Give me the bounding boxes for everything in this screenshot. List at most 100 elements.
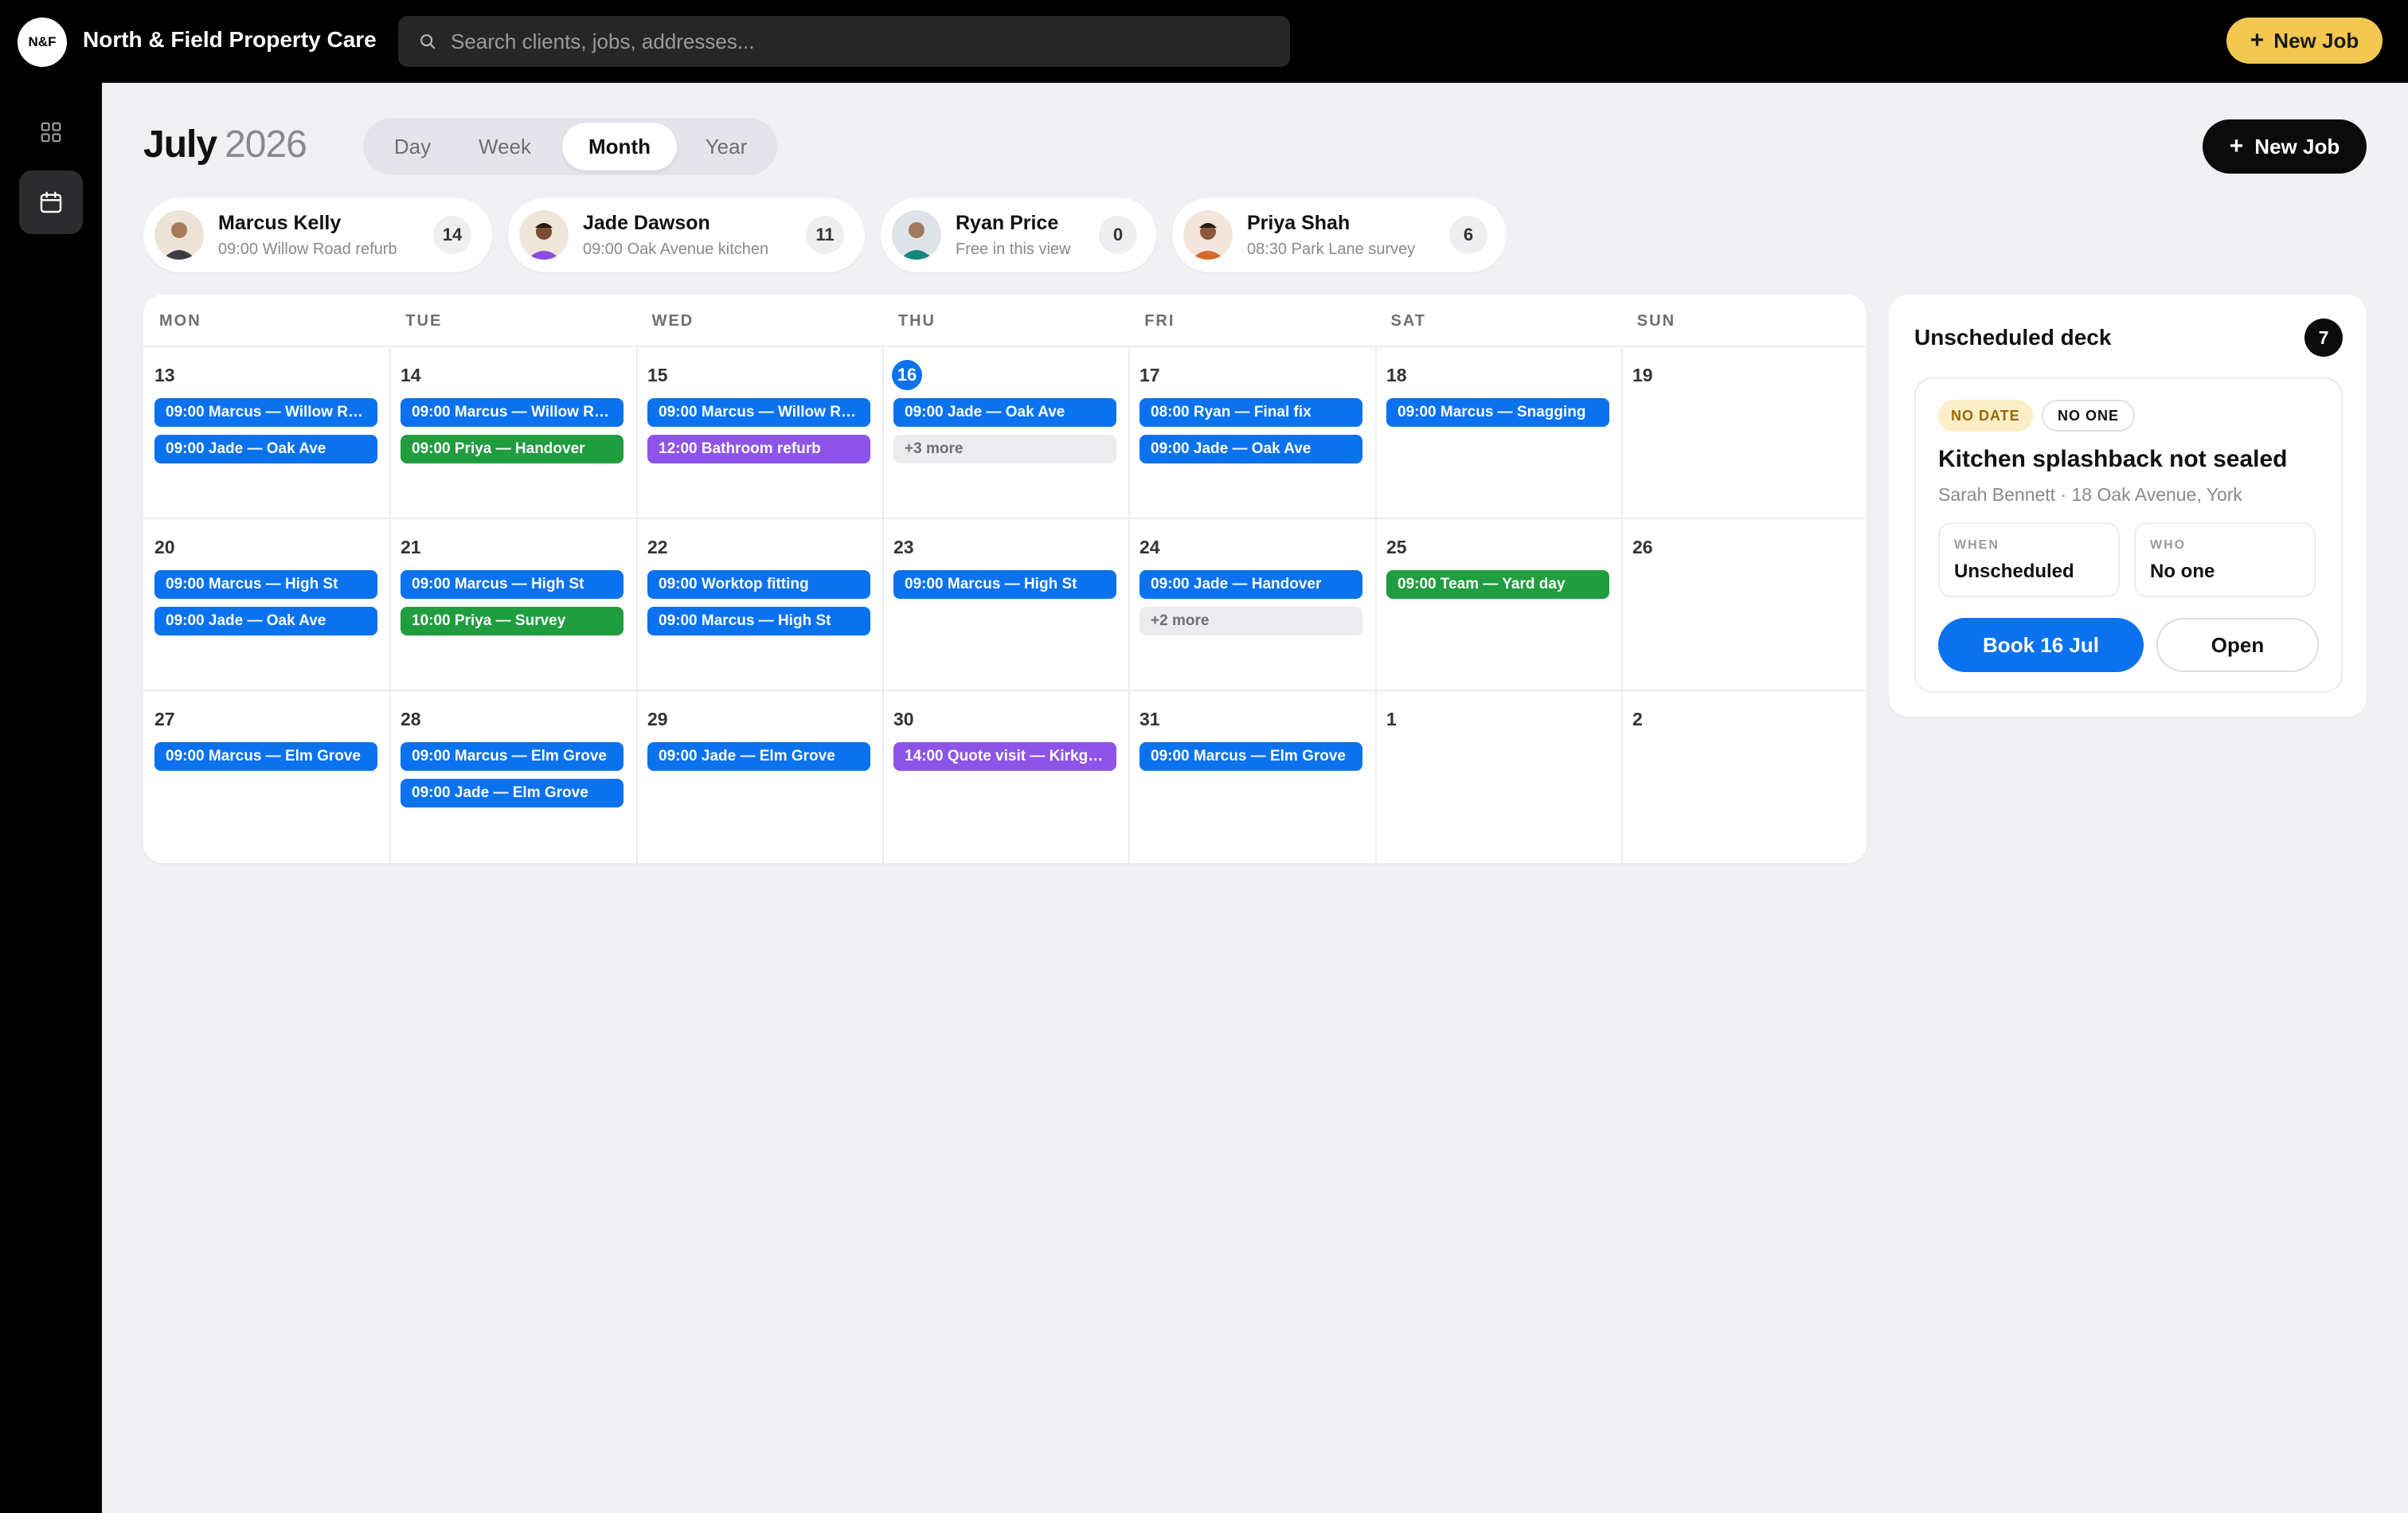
- month-calendar: MON TUE WED THU FRI SAT SUN 13 09:00 Marcus — Wi…: [143, 295, 1867, 863]
- tab-day[interactable]: Day: [371, 123, 454, 170]
- tab-week[interactable]: Week: [455, 123, 554, 170]
- calendar-icon: [40, 191, 62, 213]
- day-number: 21: [401, 537, 421, 557]
- day-number: 15: [647, 365, 668, 385]
- day-number: 28: [401, 709, 421, 729]
- staff-chip-marcus[interactable]: Marcus Kelly 09:00 Willow Road refurb 14: [143, 197, 492, 272]
- day-number: 22: [647, 537, 668, 557]
- event-pill[interactable]: 14:00 Quote visit — Kirkgate: [893, 742, 1116, 771]
- unscheduled-job-card[interactable]: NO DATE NO ONE Kitchen splashback not se…: [1914, 377, 2343, 693]
- weekday-header: SAT: [1390, 312, 1427, 330]
- staff-next-job: 09:00 Willow Road refurb: [218, 240, 397, 258]
- no-date-badge: NO DATE: [1938, 400, 2033, 432]
- event-pill[interactable]: 09:00 Jade — Oak Ave: [893, 398, 1116, 427]
- day-cell[interactable]: 17 08:00 Ryan — Final fix 09:00 Jade — Oak…: [1128, 347, 1374, 519]
- more-events-link[interactable]: +3 more: [893, 435, 1116, 463]
- day-number: 2: [1632, 709, 1643, 729]
- staff-chip-ryan[interactable]: Ryan Price Free in this view 0: [881, 197, 1156, 272]
- today-day-number: 16: [892, 360, 922, 390]
- deck-count-badge: 7: [2304, 319, 2343, 357]
- sidebar-item-calendar[interactable]: [19, 170, 83, 234]
- event-pill[interactable]: 09:00 Marcus — Snagging: [1386, 398, 1609, 427]
- tab-year[interactable]: Year: [682, 123, 771, 170]
- day-cell[interactable]: 18 09:00 Marcus — Snagging: [1375, 347, 1621, 519]
- day-cell[interactable]: 25 09:00 Team — Yard day: [1375, 519, 1621, 691]
- day-cell[interactable]: 29 09:00 Jade — Elm Grove: [636, 691, 882, 863]
- day-cell[interactable]: 27 09:00 Marcus — Elm Grove: [143, 691, 389, 863]
- app-logo[interactable]: N&F: [18, 18, 67, 67]
- day-number: 23: [893, 537, 914, 557]
- search-input[interactable]: [451, 16, 1263, 67]
- app-title: North & Field Property Care: [83, 27, 377, 52]
- event-pill[interactable]: 09:00 Priya — Handover: [401, 435, 624, 463]
- event-pill[interactable]: 09:00 Marcus — High St: [401, 570, 624, 599]
- day-number: 25: [1386, 537, 1407, 557]
- day-cell[interactable]: 14 09:00 Marcus — Willow Road refurb 09:00…: [389, 347, 635, 519]
- day-number: 14: [401, 365, 421, 385]
- event-pill[interactable]: 09:00 Marcus — Willow Road refurb: [401, 398, 624, 427]
- day-cell[interactable]: 20 09:00 Marcus — High St 09:00 Jade — Oak…: [143, 519, 389, 691]
- event-pill[interactable]: 09:00 Jade — Elm Grove: [401, 779, 624, 807]
- month-label: July: [143, 123, 217, 166]
- staff-next-job: 09:00 Oak Avenue kitchen: [583, 240, 769, 258]
- staff-job-count: 6: [1449, 216, 1487, 254]
- event-pill[interactable]: 09:00 Jade — Elm Grove: [647, 742, 870, 771]
- day-cell[interactable]: 28 09:00 Marcus — Elm Grove 09:00 Jade — E…: [389, 691, 635, 863]
- day-cell[interactable]: 26: [1621, 519, 1867, 691]
- new-job-button[interactable]: + New Job: [2203, 119, 2367, 174]
- event-pill[interactable]: 09:00 Jade — Oak Ave: [1140, 435, 1362, 463]
- event-pill[interactable]: 09:00 Marcus — Elm Grove: [1140, 742, 1362, 771]
- who-field[interactable]: WHO No one: [2134, 522, 2316, 597]
- avatar: [519, 210, 569, 260]
- when-field[interactable]: WHEN Unscheduled: [1938, 522, 2120, 597]
- avatar: [892, 210, 941, 260]
- event-pill[interactable]: 09:00 Marcus — Elm Grove: [154, 742, 377, 771]
- book-button[interactable]: Book 16 Jul: [1938, 618, 2144, 672]
- search-bar[interactable]: [398, 16, 1290, 67]
- tab-month[interactable]: Month: [562, 123, 677, 170]
- event-pill[interactable]: 09:00 Marcus — High St: [154, 570, 377, 599]
- unscheduled-deck: Unscheduled deck 7 NO DATE NO ONE Kitche…: [1889, 295, 2367, 717]
- open-button[interactable]: Open: [2156, 618, 2319, 672]
- event-pill[interactable]: 12:00 Bathroom refurb: [647, 435, 870, 463]
- staff-name: Priya Shah: [1247, 212, 1351, 234]
- day-cell[interactable]: 19: [1621, 347, 1867, 519]
- sidebar-item-dashboard[interactable]: [19, 100, 83, 164]
- event-pill[interactable]: 09:00 Marcus — Willow Road refurb: [154, 398, 377, 427]
- event-pill[interactable]: 09:00 Jade — Oak Ave: [154, 607, 377, 635]
- staff-job-count: 14: [433, 216, 471, 254]
- event-pill[interactable]: 08:00 Ryan — Final fix: [1140, 398, 1362, 427]
- avatar: [1183, 210, 1233, 260]
- staff-name: Marcus Kelly: [218, 212, 342, 234]
- day-cell[interactable]: 13 09:00 Marcus — Willow Road refurb 09:00…: [143, 347, 389, 519]
- event-pill[interactable]: 09:00 Marcus — Willow Road refurb: [647, 398, 870, 427]
- event-pill[interactable]: 09:00 Marcus — High St: [893, 570, 1116, 599]
- day-cell[interactable]: 22 09:00 Worktop fitting 09:00 Marcus — Hi…: [636, 519, 882, 691]
- avatar: [154, 210, 204, 260]
- weekday-header: THU: [897, 312, 936, 330]
- day-cell[interactable]: 15 09:00 Marcus — Willow Road refurb 12:00…: [636, 347, 882, 519]
- top-new-job-button[interactable]: + New Job: [2226, 18, 2383, 64]
- day-cell[interactable]: 23 09:00 Marcus — High St: [882, 519, 1128, 691]
- staff-chip-priya[interactable]: Priya Shah 08:30 Park Lane survey 6: [1172, 197, 1507, 272]
- day-cell[interactable]: 16 09:00 Jade — Oak Ave +3 more: [882, 347, 1128, 519]
- staff-name: Ryan Price: [956, 212, 1059, 234]
- event-pill[interactable]: 09:00 Marcus — Elm Grove: [401, 742, 624, 771]
- event-pill[interactable]: 09:00 Worktop fitting: [647, 570, 870, 599]
- day-cell[interactable]: 1: [1375, 691, 1621, 863]
- event-pill[interactable]: 10:00 Priya — Survey: [401, 607, 624, 635]
- weekday-header: MON: [159, 312, 201, 330]
- day-number: 13: [154, 365, 175, 385]
- job-client-address: Sarah Bennett · 18 Oak Avenue, York: [1938, 484, 2242, 505]
- staff-chip-jade[interactable]: Jade Dawson 09:00 Oak Avenue kitchen 11: [508, 197, 865, 272]
- day-cell[interactable]: 31 09:00 Marcus — Elm Grove: [1128, 691, 1374, 863]
- more-events-link[interactable]: +2 more: [1140, 607, 1362, 635]
- day-cell[interactable]: 21 09:00 Marcus — High St 10:00 Priya — Su…: [389, 519, 635, 691]
- event-pill[interactable]: 09:00 Jade — Oak Ave: [154, 435, 377, 463]
- event-pill[interactable]: 09:00 Marcus — High St: [647, 607, 870, 635]
- day-cell[interactable]: 30 14:00 Quote visit — Kirkgate: [882, 691, 1128, 863]
- day-cell[interactable]: 24 09:00 Jade — Handover +2 more: [1128, 519, 1374, 691]
- event-pill[interactable]: 09:00 Jade — Handover: [1140, 570, 1362, 599]
- event-pill[interactable]: 09:00 Team — Yard day: [1386, 570, 1609, 599]
- day-cell[interactable]: 2: [1621, 691, 1867, 863]
